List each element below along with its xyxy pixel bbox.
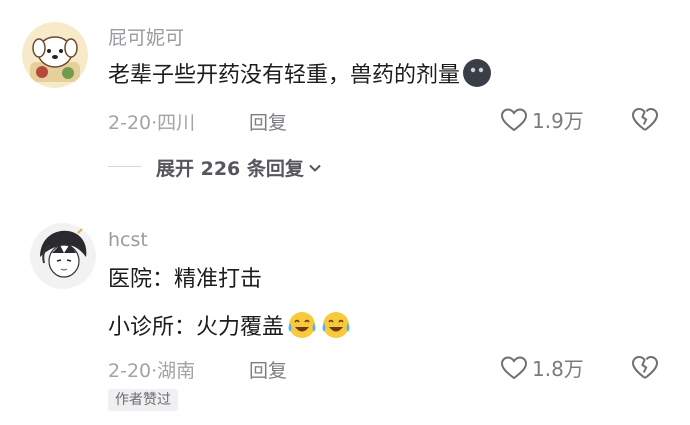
like-button[interactable]: 1.9万 [500, 105, 584, 134]
like-count: 1.9万 [532, 109, 584, 133]
comment-location: 湖南 [157, 360, 196, 382]
broken-heart-icon [632, 356, 658, 379]
comment-text: 老辈子些开药没有轻重，兽药的剂量 [108, 58, 492, 97]
expand-divider [108, 166, 142, 167]
comment-date: 2-20 [108, 360, 152, 382]
heart-outline-icon [500, 107, 528, 131]
dog-avatar-icon [22, 22, 88, 88]
avatar[interactable] [22, 22, 88, 88]
comment-text-line: 医院：精准打击 [108, 267, 263, 292]
chevron-down-icon [309, 164, 321, 172]
comment-text-body: 老辈子些开药没有轻重，兽药的剂量 [108, 63, 461, 88]
crying-laughing-emoji-icon [320, 310, 352, 349]
comment-meta: 2-20·四川 [108, 108, 195, 135]
comment-username[interactable]: 屁可妮可 [108, 23, 184, 50]
crying-laughing-emoji-icon [286, 310, 318, 349]
comment-meta: 2-20·湖南 [108, 356, 195, 383]
broken-heart-icon [632, 108, 658, 131]
dark-round-face-emoji-icon [462, 58, 492, 97]
comment-location: 四川 [157, 112, 196, 134]
comment-date: 2-20 [108, 112, 152, 134]
comment-text-line: 小诊所：火力覆盖 [108, 315, 285, 340]
dislike-button[interactable] [630, 105, 660, 137]
reply-button[interactable]: 回复 [249, 356, 287, 383]
avatar[interactable] [30, 223, 96, 289]
expand-replies-button[interactable]: 展开 226 条回复 [156, 154, 323, 181]
like-count: 1.8万 [532, 357, 584, 381]
expand-replies-label: 展开 226 条回复 [156, 158, 304, 180]
comment-text: 小诊所：火力覆盖 [108, 310, 352, 349]
author-liked-badge: 作者赞过 [108, 389, 178, 411]
heart-outline-icon [500, 355, 528, 379]
anime-avatar-icon [30, 223, 96, 289]
comment-username[interactable]: hcst [108, 229, 148, 251]
reply-button[interactable]: 回复 [249, 108, 287, 135]
dislike-button[interactable] [630, 353, 660, 385]
like-button[interactable]: 1.8万 [500, 353, 584, 382]
